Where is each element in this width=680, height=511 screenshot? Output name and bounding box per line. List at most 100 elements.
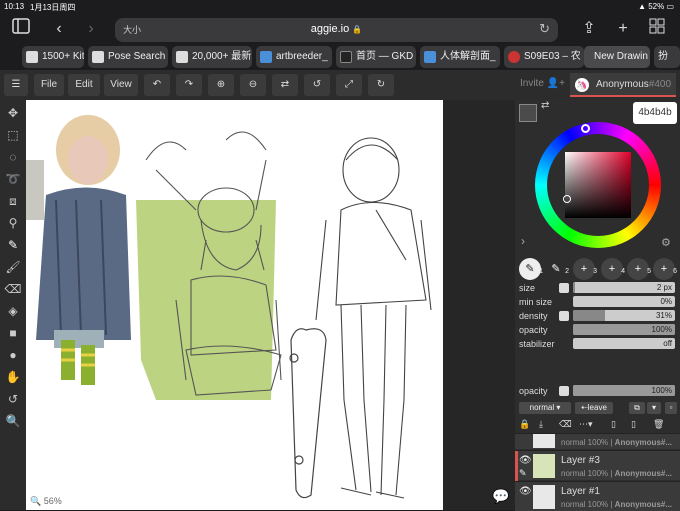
share-icon[interactable]: ⇪: [578, 18, 600, 40]
leave-button[interactable]: ⇠leave: [575, 402, 613, 414]
size-slider[interactable]: 2 px: [573, 282, 675, 293]
brush-preset-5[interactable]: +5: [627, 258, 651, 280]
browser-toolbar: ‹ › 大小 aggie.io 🔒 ↻ ⇪ +: [0, 14, 680, 44]
address-bar[interactable]: 大小 aggie.io 🔒 ↻: [115, 18, 558, 42]
file-menu[interactable]: File: [34, 74, 64, 96]
eraser-icon[interactable]: ⌫: [4, 280, 22, 298]
visibility-eye-icon[interactable]: 👁: [519, 486, 532, 497]
min-size-slider[interactable]: 0%: [573, 296, 675, 307]
redo-icon[interactable]: ↷: [176, 74, 202, 96]
brush-preset-4[interactable]: +4: [601, 258, 625, 280]
tab-9[interactable]: 扮: [654, 46, 680, 68]
brush-preset-2[interactable]: ✎ 2: [545, 258, 569, 280]
rotate-right-icon[interactable]: ↻: [368, 74, 394, 96]
expand-chevron-icon[interactable]: ›: [521, 234, 525, 248]
layer-row[interactable]: 👁 ✎ Layer #3 normal 100% | Anonymous#...: [515, 450, 680, 481]
edit-menu[interactable]: Edit: [68, 74, 100, 96]
move-tool-icon[interactable]: ✥: [4, 104, 22, 122]
delete-layer-icon[interactable]: 🗑: [653, 419, 664, 430]
tab-8[interactable]: New Drawin: [584, 46, 650, 68]
color-saturation-square[interactable]: [565, 152, 631, 218]
tab-overview-icon[interactable]: [646, 18, 668, 40]
layer-settings-icon[interactable]: ▫: [665, 402, 677, 414]
tab-label: S09E03 – 农: [524, 51, 581, 62]
rotate-view-icon[interactable]: ↺: [4, 390, 22, 408]
blend-mode-select[interactable]: normal ▾: [519, 402, 571, 414]
lasso-icon[interactable]: ➰: [4, 170, 22, 188]
url-host-text: aggie.io: [310, 23, 350, 35]
brush-preset-1[interactable]: ✎ 1: [519, 258, 543, 280]
pencil-icon[interactable]: ✎: [4, 236, 22, 254]
layer-opacity-slider[interactable]: 100%: [573, 385, 675, 396]
zoom-out-icon[interactable]: ⊖: [240, 74, 266, 96]
merge-down-icon[interactable]: ⤓: [539, 419, 543, 430]
transform-icon[interactable]: ⧈: [4, 192, 22, 210]
fill-bucket-icon[interactable]: ◈: [4, 302, 22, 320]
invite-button[interactable]: Invite 👤+: [520, 78, 565, 89]
opacity-slider[interactable]: 100%: [573, 324, 675, 335]
tab-5[interactable]: 首页 — GKD: [336, 46, 416, 68]
stabilizer-slider[interactable]: off: [573, 338, 675, 349]
layer-row[interactable]: normal 100% | Anonymous#...: [515, 433, 680, 449]
view-menu[interactable]: View: [104, 74, 138, 96]
settings-gear-icon[interactable]: ⚙: [661, 236, 671, 249]
rect-select-icon[interactable]: ⬚: [4, 126, 22, 144]
duplicate-layer-icon[interactable]: ⧉: [629, 402, 645, 414]
zoom-tool-icon[interactable]: 🔍: [4, 412, 22, 430]
rotate-left-icon[interactable]: ↺: [304, 74, 330, 96]
flip-icon[interactable]: ⇄: [272, 74, 298, 96]
tab-1[interactable]: 1500+ Kit: [22, 46, 84, 68]
brush-preset-3[interactable]: +3: [573, 258, 597, 280]
status-time: 10:13: [4, 2, 25, 11]
stabilizer-label: stabilizer: [519, 339, 555, 349]
fullscreen-icon[interactable]: ⤢: [336, 74, 362, 96]
zoom-indicator[interactable]: 🔍 56%: [30, 496, 62, 507]
tab-6[interactable]: 人体解剖面_: [420, 46, 500, 68]
tab-2[interactable]: Pose Search: [88, 46, 168, 68]
hand-icon[interactable]: ✋: [4, 368, 22, 386]
layer-menu-icon[interactable]: ▾: [647, 402, 661, 414]
lock-layer-icon[interactable]: 🔒: [519, 419, 530, 430]
menu-icon[interactable]: ☰: [4, 74, 28, 96]
user-badge[interactable]: 🦄 Anonymous#400: [570, 73, 676, 97]
layer-row[interactable]: 👁 Layer #1 normal 100% | Anonymous#...: [515, 481, 680, 511]
rectangle-icon[interactable]: ■: [4, 324, 22, 342]
hue-handle[interactable]: [581, 124, 590, 133]
tab-4[interactable]: artbreeder_: [256, 46, 332, 68]
tab-label: New Drawin: [594, 51, 648, 62]
density-pressure-toggle[interactable]: [559, 311, 569, 321]
drawing-artwork: [26, 115, 432, 499]
brush-number: 4: [621, 268, 625, 275]
eyedropper-icon[interactable]: ⚲: [4, 214, 22, 232]
new-tab-icon[interactable]: +: [612, 18, 634, 40]
layer-opacity-toggle[interactable]: [559, 386, 569, 396]
zoom-in-icon[interactable]: ⊕: [208, 74, 234, 96]
brush-preset-6[interactable]: +6: [653, 258, 677, 280]
tool-palette: ✥ ⬚ ◌ ➰ ⧈ ⚲ ✎ 🖌 ⌫ ◈ ■ ● ✋ ↺ 🔍: [0, 100, 26, 510]
swap-colors-icon[interactable]: ⇄: [541, 100, 549, 111]
forward-icon[interactable]: ›: [80, 18, 102, 40]
drawing-canvas[interactable]: [26, 100, 443, 510]
new-layer-icon[interactable]: ▯: [611, 419, 616, 430]
ellipse-select-icon[interactable]: ◌: [4, 148, 22, 166]
undo-icon[interactable]: ↶: [144, 74, 170, 96]
copy-layer-icon[interactable]: ▯: [631, 419, 636, 430]
clear-layer-icon[interactable]: ⌫: [559, 419, 572, 430]
lock-icon: 🔒: [352, 25, 363, 34]
reload-icon[interactable]: ↻: [539, 21, 550, 37]
back-icon[interactable]: ‹: [48, 18, 70, 40]
layer-thumbnail: [533, 454, 555, 478]
sidebar-toggle-icon[interactable]: [10, 18, 32, 40]
size-pressure-toggle[interactable]: [559, 283, 569, 293]
color-picker-handle[interactable]: [563, 195, 571, 203]
color-hex-input[interactable]: 4b4b4b: [633, 102, 677, 124]
circle-icon[interactable]: ●: [4, 346, 22, 364]
more-options-icon[interactable]: ⋯▾: [579, 419, 593, 430]
tab-3[interactable]: 20,000+ 最新: [172, 46, 252, 68]
primary-color-swatch[interactable]: [519, 104, 537, 122]
visibility-eye-icon[interactable]: 👁: [519, 455, 532, 466]
brush-icon[interactable]: 🖌: [4, 258, 22, 276]
density-slider[interactable]: 31%: [573, 310, 675, 321]
tab-7[interactable]: S09E03 – 农: [504, 46, 584, 68]
chat-icon[interactable]: 💬: [492, 488, 509, 505]
